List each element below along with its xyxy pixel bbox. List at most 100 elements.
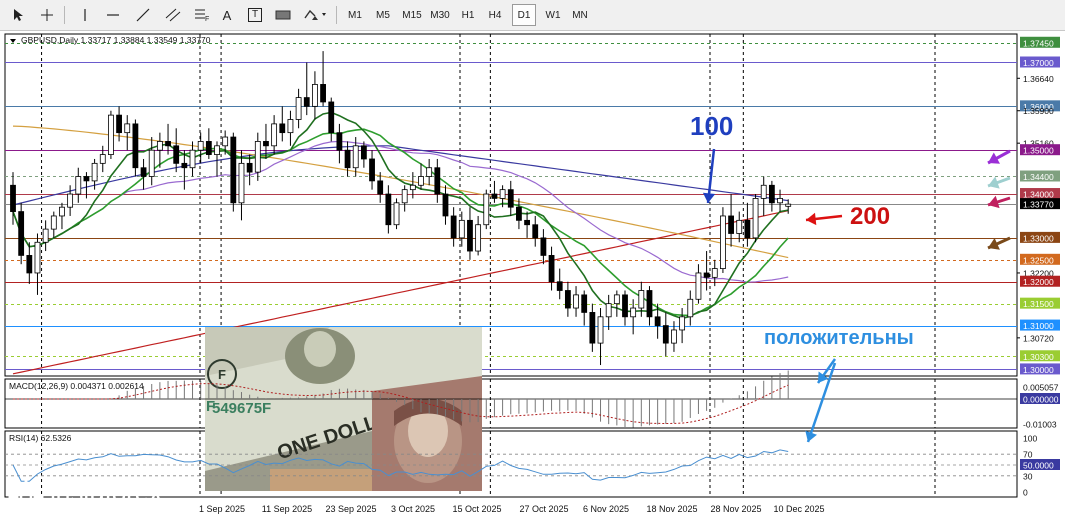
candle-body <box>768 184 775 204</box>
horizontal-line-tool-icon[interactable] <box>102 4 124 26</box>
text-tool[interactable]: A <box>216 4 238 26</box>
channel-tool-icon[interactable] <box>162 4 184 26</box>
candle-body <box>271 123 278 147</box>
x-axis-label-2: 23 Sep 2025 <box>325 504 376 514</box>
candle-body <box>352 145 359 169</box>
candle-body <box>116 114 122 134</box>
candle-body <box>377 180 384 195</box>
price-label-1.35000: 1.35000 <box>1023 146 1054 156</box>
annotation-ma200: 200 <box>850 203 890 230</box>
candle-body <box>458 219 465 239</box>
candle-body <box>573 294 579 309</box>
timeframe-m30[interactable]: M30 <box>427 4 453 26</box>
candle-body <box>483 193 490 226</box>
candle-body <box>26 255 33 274</box>
candle-body <box>385 193 392 226</box>
rsi-axis-label-0: 0 <box>1023 488 1028 498</box>
rsi-axis-label-30: 30 <box>1023 471 1033 481</box>
macd-axis-label: 0.000000 <box>1023 395 1059 405</box>
rsi-axis-label-70: 70 <box>1023 450 1033 460</box>
candle-body <box>499 189 506 199</box>
annotation-positive: положительны <box>764 327 914 349</box>
dollar-portrait-face <box>304 331 336 367</box>
x-axis-label-7: 18 Nov 2025 <box>646 504 697 514</box>
candle-body <box>287 119 294 134</box>
vertical-line-tool-icon[interactable] <box>74 4 96 26</box>
candle-body <box>597 316 604 344</box>
candle-body <box>442 193 449 217</box>
price-label-1.33770: 1.33770 <box>1023 200 1054 210</box>
x-axis-label-3: 3 Oct 2025 <box>391 504 435 514</box>
candle-body <box>736 219 743 234</box>
candle-body <box>222 136 229 147</box>
candle-body <box>401 189 408 204</box>
candle-body <box>263 141 269 147</box>
annotation-ma100: 100 <box>690 111 733 141</box>
timeframe-mn[interactable]: MN <box>568 4 592 26</box>
rsi-axis-label-100: 100 <box>1023 434 1037 444</box>
candle-body <box>581 294 588 313</box>
chart-background <box>0 31 1065 521</box>
candle-body <box>540 237 547 256</box>
candle-body <box>564 290 571 309</box>
candle-body <box>613 294 620 305</box>
candle-body <box>214 145 220 155</box>
candle-body <box>369 158 375 182</box>
shapes-dropdown-icon[interactable] <box>302 4 330 26</box>
candle-body <box>426 167 433 177</box>
cursor-tool-icon[interactable] <box>8 4 30 26</box>
candle-body <box>344 149 351 169</box>
candle-body <box>744 219 751 239</box>
candle-body <box>238 162 245 204</box>
trendline-tool-icon[interactable] <box>132 4 154 26</box>
candle-body <box>638 290 645 309</box>
candle-body <box>328 101 335 134</box>
chart-toolbar: F A T M1 M5 M15 M30 H1 H4 D1 W1 MN <box>0 0 1065 31</box>
price-label-1.33000: 1.33000 <box>1023 233 1054 243</box>
x-axis-label-9: 10 Dec 2025 <box>773 504 824 514</box>
candle-body <box>760 184 767 199</box>
instaforex-logo-icon <box>8 479 44 515</box>
timeframe-m5[interactable]: M5 <box>372 4 394 26</box>
candle-body <box>75 176 82 195</box>
x-axis-label-5: 27 Oct 2025 <box>519 504 568 514</box>
timeframe-h4[interactable]: H4 <box>484 4 506 26</box>
timeframe-d1[interactable]: D1 <box>512 4 536 26</box>
timeframe-w1[interactable]: W1 <box>541 4 565 26</box>
candle-body <box>156 141 163 151</box>
candle-body <box>687 298 694 318</box>
rectangle-tool-icon[interactable] <box>272 4 294 26</box>
macd-label: MACD(12,26,9) 0.004371 0.002614 <box>9 381 144 391</box>
price-label-1.32000: 1.32000 <box>1023 277 1054 287</box>
candle-body <box>646 290 653 318</box>
candle-body <box>124 123 131 134</box>
timeframe-m15[interactable]: M15 <box>399 4 425 26</box>
x-axis-label-8: 28 Nov 2025 <box>710 504 761 514</box>
candle-body <box>703 272 710 278</box>
price-label-1.31000: 1.31000 <box>1023 321 1054 331</box>
timeframe-h1[interactable]: H1 <box>457 4 479 26</box>
fibonacci-tool-icon[interactable]: F <box>190 4 214 26</box>
svg-text:F: F <box>205 16 209 22</box>
candle-body <box>491 193 498 199</box>
logo-name: instaforex <box>50 476 163 507</box>
candle-body <box>711 268 718 278</box>
price-label-1.37450: 1.37450 <box>1023 38 1054 48</box>
candle-body <box>728 215 734 234</box>
candle-body <box>165 141 171 147</box>
candle-body <box>777 198 783 204</box>
candle-body <box>785 203 792 207</box>
trading-terminal: F A T M1 M5 M15 M30 H1 H4 D1 W1 MN 1.374… <box>0 0 1065 521</box>
candle-body <box>475 224 482 252</box>
price-chart[interactable]: 1.374501.370001.366401.360001.359001.351… <box>0 31 1065 521</box>
candle-body <box>622 294 628 318</box>
x-axis-label-6: 6 Nov 2025 <box>583 504 629 514</box>
crosshair-tool-icon[interactable] <box>36 4 58 26</box>
candle-body <box>450 215 457 239</box>
candle-body <box>695 272 702 300</box>
candle-body <box>320 84 326 103</box>
timeframe-m1[interactable]: M1 <box>344 4 366 26</box>
text-label-tool[interactable]: T <box>244 4 266 26</box>
candle-body <box>99 154 106 164</box>
price-tick-label-1.30720: 1.30720 <box>1023 333 1054 343</box>
